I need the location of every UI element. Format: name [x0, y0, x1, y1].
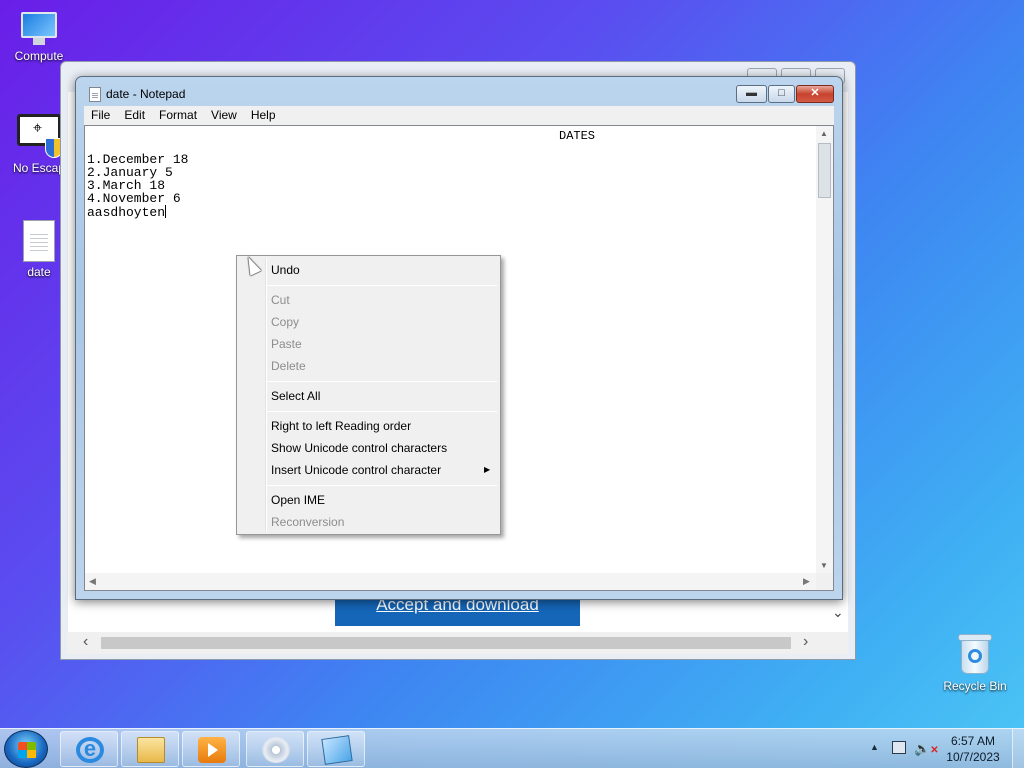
- text-file-icon: [23, 220, 55, 262]
- scroll-left-icon[interactable]: ‹: [83, 633, 88, 651]
- menu-separator: [267, 381, 497, 382]
- menu-item-rtl-reading-order[interactable]: Right to left Reading order: [271, 419, 411, 433]
- menu-item-open-ime[interactable]: Open IME: [271, 493, 325, 507]
- browser-horizontal-scrollbar[interactable]: ‹ ›: [67, 632, 848, 654]
- scrollbar-thumb[interactable]: [818, 143, 831, 198]
- menu-separator: [267, 485, 497, 486]
- windows-logo-icon: [18, 742, 36, 758]
- internet-explorer-icon: e: [76, 737, 104, 763]
- menu-separator: [267, 285, 497, 286]
- media-player-icon: [198, 737, 226, 763]
- no-escape-icon: ⌖: [17, 114, 63, 158]
- notepad-titlebar[interactable]: date - Notepad ▬ □ ✕: [76, 77, 842, 107]
- browser-scroll-down-icon[interactable]: ⌄: [832, 604, 844, 621]
- menu-item-undo[interactable]: Undo: [271, 263, 300, 277]
- menu-item-show-unicode-control[interactable]: Show Unicode control characters: [271, 441, 447, 455]
- maximize-button[interactable]: □: [768, 85, 795, 103]
- vertical-scrollbar[interactable]: ▲ ▼: [816, 126, 833, 575]
- computer-icon: [17, 10, 61, 46]
- desktop-icon-recycle-bin[interactable]: Recycle Bin: [936, 632, 1014, 693]
- taskbar-media-player[interactable]: [182, 731, 240, 767]
- recycle-bin-icon: [958, 632, 992, 676]
- horizontal-scrollbar[interactable]: ◀ ▶: [85, 573, 818, 590]
- minimize-button[interactable]: ▬: [736, 85, 767, 103]
- clock-date: 10/7/2023: [946, 750, 1000, 764]
- menu-item-cut[interactable]: Cut: [271, 293, 290, 307]
- menu-item-select-all[interactable]: Select All: [271, 389, 320, 403]
- scrollbar-thumb[interactable]: [101, 637, 791, 649]
- submenu-arrow-icon: ▶: [484, 465, 491, 474]
- text-heading: DATES: [559, 129, 596, 143]
- desktop-icon-computer[interactable]: Compute: [0, 10, 78, 63]
- menu-file[interactable]: File: [84, 106, 117, 125]
- notepad-icon: [321, 735, 353, 765]
- menu-item-insert-unicode-control[interactable]: Insert Unicode control character: [271, 463, 441, 477]
- network-icon[interactable]: [892, 741, 906, 754]
- window-title: date - Notepad: [106, 87, 186, 101]
- menu-item-paste[interactable]: Paste: [271, 337, 302, 351]
- start-button[interactable]: [4, 730, 48, 768]
- scroll-down-icon[interactable]: ▼: [820, 561, 828, 570]
- system-clock[interactable]: 6:57 AM 10/7/2023: [940, 733, 1006, 765]
- close-button[interactable]: ✕: [796, 85, 834, 103]
- text-line: 4.November 6: [87, 191, 181, 206]
- menu-separator: [267, 411, 497, 412]
- show-desktop-button[interactable]: [1012, 729, 1024, 768]
- menu-item-delete[interactable]: Delete: [271, 359, 306, 373]
- taskbar-internet-explorer[interactable]: e: [60, 731, 118, 767]
- text-line: aasdhoyten: [87, 205, 166, 220]
- scroll-left-icon[interactable]: ◀: [89, 576, 96, 587]
- text-line-current: aasdhoyten: [87, 205, 167, 220]
- scroll-up-icon[interactable]: ▲: [820, 129, 828, 138]
- scroll-right-icon[interactable]: ›: [803, 633, 808, 651]
- menu-help[interactable]: Help: [244, 106, 283, 125]
- menu-item-copy[interactable]: Copy: [271, 315, 299, 329]
- clock-time: 6:57 AM: [950, 734, 996, 748]
- menu-item-reconversion[interactable]: Reconversion: [271, 515, 344, 529]
- taskbar-disc-burner[interactable]: [246, 731, 304, 767]
- taskbar-windows-explorer[interactable]: [121, 731, 179, 767]
- menu-edit[interactable]: Edit: [117, 106, 152, 125]
- menu-view[interactable]: View: [204, 106, 244, 125]
- volume-muted-icon[interactable]: 🔈✕: [914, 741, 939, 757]
- context-menu: Undo Cut Copy Paste Delete Select All Ri…: [236, 255, 501, 535]
- windows-explorer-icon: [137, 737, 165, 763]
- scrollbar-corner: [816, 573, 833, 590]
- taskbar-notepad[interactable]: [307, 731, 365, 767]
- disc-burner-icon: [262, 737, 290, 763]
- desktop-icon-label: Recycle Bin: [943, 679, 1007, 693]
- menu-bar: File Edit Format View Help: [84, 106, 834, 125]
- scroll-right-icon[interactable]: ▶: [803, 576, 810, 587]
- notepad-icon: [89, 87, 101, 102]
- text-caret: [165, 205, 167, 218]
- show-hidden-icons-icon[interactable]: ▲: [870, 742, 879, 752]
- menu-format[interactable]: Format: [152, 106, 204, 125]
